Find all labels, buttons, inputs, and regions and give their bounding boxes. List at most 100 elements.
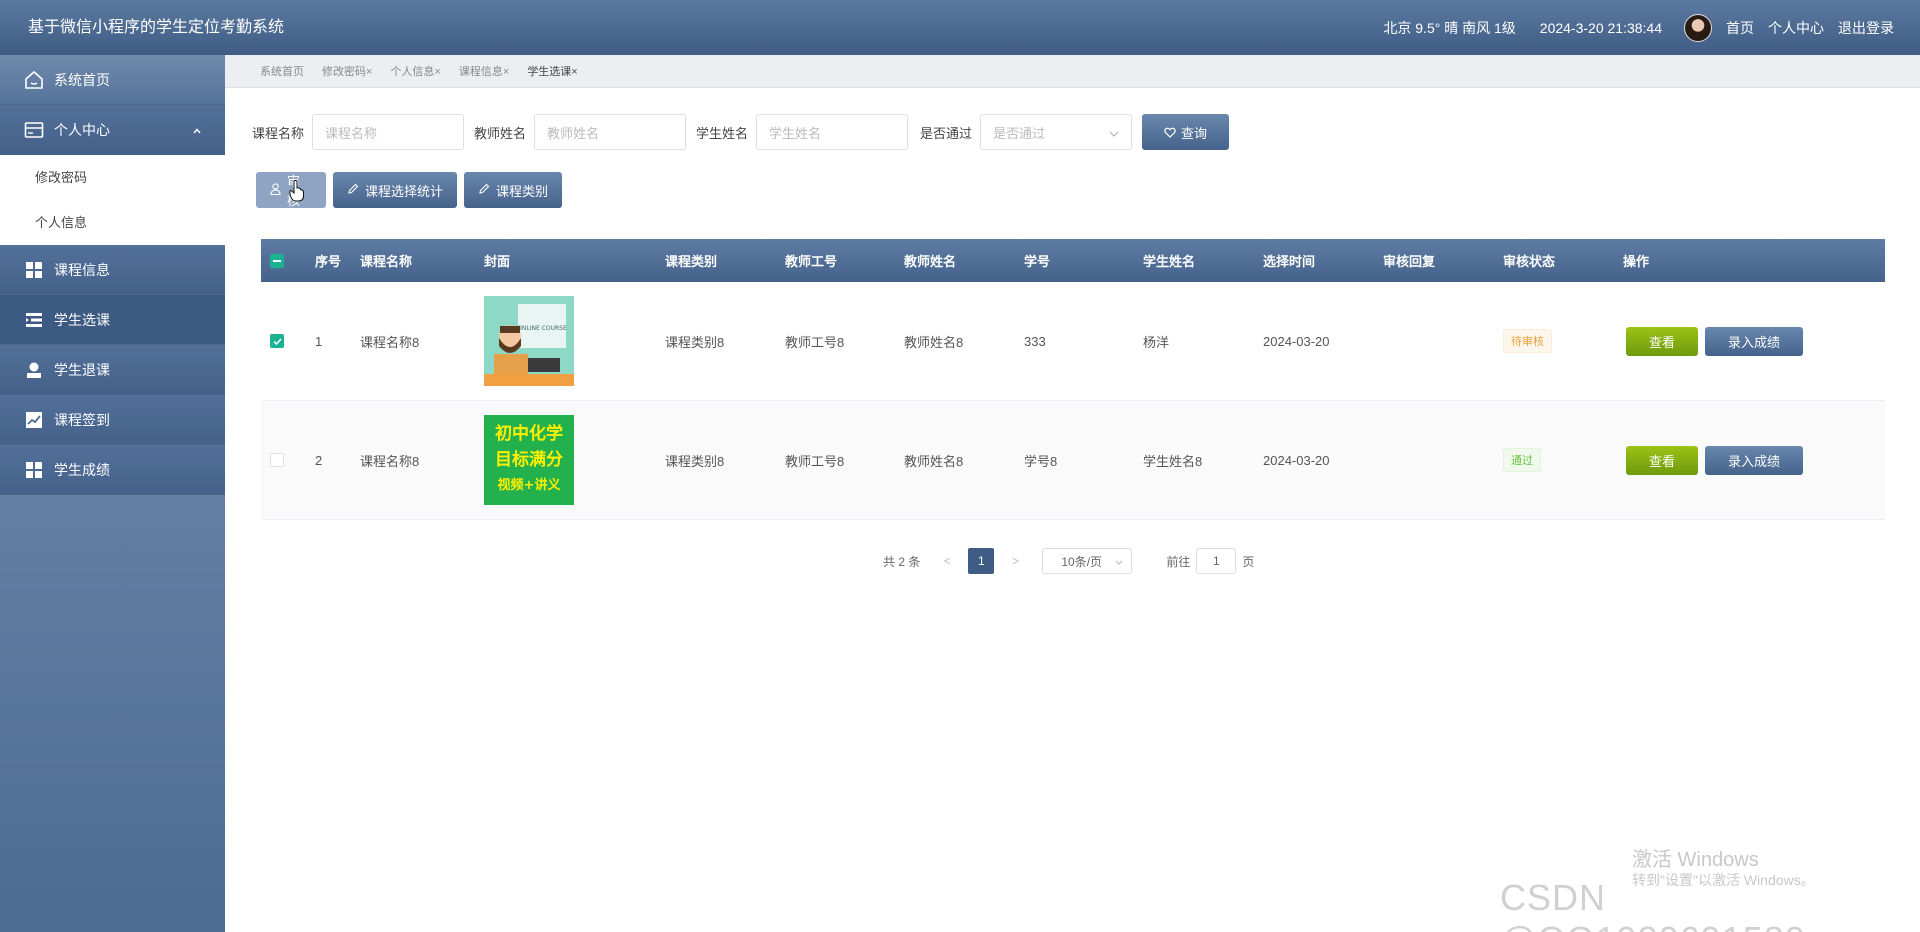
tag-home[interactable]: 系统首页	[260, 63, 304, 79]
table-header: 序号 课程名称 封面 课程类别 教师工号 教师姓名 学号 学生姓名 选择时间 审…	[261, 239, 1885, 282]
user-outline-icon	[270, 182, 281, 198]
row-course-name: 课程名称8	[360, 453, 420, 469]
header-course-name: 课程名称	[360, 254, 413, 269]
card-icon	[24, 120, 44, 140]
course-category-button[interactable]: 课程类别	[464, 172, 563, 208]
chart-icon	[24, 410, 44, 430]
page-number-current[interactable]: 1	[968, 548, 995, 574]
cover-line-1: 初中化学	[495, 423, 563, 444]
header-student-name: 学生姓名	[1143, 254, 1196, 269]
sidebar-item-personal-center[interactable]: 个人中心	[0, 105, 225, 155]
header-right: 北京 9.5° 晴 南风 1级 2024-3-20 21:38:44 首页 个人…	[1383, 0, 1894, 55]
header-operations: 操作	[1623, 254, 1650, 269]
next-page-icon[interactable]: >	[1002, 554, 1028, 568]
view-button[interactable]: 查看	[1626, 326, 1698, 356]
sidebar-subitem-change-password[interactable]: 修改密码	[0, 155, 225, 200]
teacher-name-input[interactable]: 教师姓名	[534, 114, 687, 150]
search-filters: 课程名称 课程名称 教师姓名 教师姓名 学生姓名 学生姓名 是否通过 是否通过 …	[252, 114, 1230, 150]
home-link[interactable]: 首页	[1726, 18, 1754, 38]
sidebar-item-label: 系统首页	[54, 71, 110, 88]
select-all-checkbox[interactable]	[270, 253, 284, 268]
course-stats-button[interactable]: 课程选择统计	[333, 172, 458, 208]
pagination: 共 2 条 < 1 > 10条/页 前往 1 页	[883, 548, 1254, 574]
avatar[interactable]	[1684, 13, 1712, 42]
header-cover: 封面	[484, 254, 511, 269]
heart-icon	[1164, 127, 1176, 138]
list-icon	[24, 310, 44, 330]
student-name-input[interactable]: 学生姓名	[756, 114, 909, 150]
sidebar-item-label: 学生成绩	[54, 461, 110, 478]
view-button[interactable]: 查看	[1626, 445, 1698, 475]
page-size-select[interactable]: 10条/页	[1042, 548, 1133, 574]
header-index: 序号	[315, 254, 342, 269]
datetime: 2024-3-20 21:38:44	[1539, 19, 1662, 36]
cover-image-online-course: ONLINE COURSE	[484, 296, 574, 386]
row-select-cell	[270, 401, 284, 519]
goto-label: 前往	[1166, 554, 1191, 569]
query-button-label: 查询	[1181, 125, 1208, 141]
page-size-value: 10条/页	[1061, 554, 1103, 569]
course-name-input[interactable]: 课程名称	[312, 114, 465, 150]
sidebar-item-student-grades[interactable]: 学生成绩	[0, 445, 225, 495]
row-student-id: 333	[1024, 333, 1046, 349]
home-icon	[24, 70, 44, 90]
row-status-cell: 待审核	[1503, 282, 1552, 400]
personal-center-submenu: 修改密码 个人信息	[0, 155, 225, 245]
row-category: 课程类别8	[665, 453, 725, 469]
breadcrumb: 系统首页 修改密码× 个人信息× 课程信息× 学生选课×	[225, 55, 1920, 88]
tag-personal-info[interactable]: 个人信息×	[390, 63, 440, 79]
sidebar-item-home[interactable]: 系统首页	[0, 55, 225, 105]
row-teacher-name: 教师姓名8	[904, 334, 964, 350]
enter-grade-button[interactable]: 录入成绩	[1705, 445, 1803, 475]
row-checkbox[interactable]	[270, 334, 284, 348]
cover-caption: ONLINE COURSE	[517, 325, 567, 332]
top-header: 基于微信小程序的学生定位考勤系统 北京 9.5° 晴 南风 1级 2024-3-…	[0, 0, 1920, 55]
row-index: 1	[315, 333, 323, 349]
chevron-down-icon	[1109, 125, 1119, 140]
goto-page-input[interactable]: 1	[1196, 548, 1237, 574]
row-cover-cell: ONLINE COURSE	[484, 282, 574, 400]
header-select-time: 选择时间	[1263, 254, 1316, 269]
selection-table: 序号 课程名称 封面 课程类别 教师工号 教师姓名 学号 学生姓名 选择时间 审…	[261, 239, 1885, 520]
passed-select[interactable]: 是否通过	[980, 114, 1133, 150]
chevron-down-icon	[1115, 554, 1123, 568]
tag-student-selection[interactable]: 学生选课×	[527, 63, 577, 79]
passed-label: 是否通过	[920, 125, 973, 141]
row-teacher-id: 教师工号8	[785, 453, 845, 469]
table-row: 2 课程名称8 初中化学 目标满分 视频+讲义 课程类别8 教师工号8 教师姓名…	[261, 401, 1885, 520]
header-audit-reply: 审核回复	[1383, 254, 1436, 269]
course-stats-button-label: 课程选择统计	[365, 183, 444, 199]
query-button[interactable]: 查询	[1142, 114, 1230, 150]
row-course-name: 课程名称8	[360, 334, 420, 350]
sidebar-item-course-checkin[interactable]: 课程签到	[0, 395, 225, 445]
teacher-name-label: 教师姓名	[474, 125, 527, 141]
pencil-icon	[478, 183, 490, 198]
pencil-icon	[347, 183, 359, 198]
grid-icon	[24, 260, 44, 280]
row-checkbox[interactable]	[270, 453, 284, 467]
sidebar-subitem-personal-info[interactable]: 个人信息	[0, 200, 225, 245]
sidebar-item-student-selection[interactable]: 学生选课	[0, 295, 225, 345]
row-operations: 查看 录入成绩	[1626, 282, 1803, 400]
sidebar-item-course-info[interactable]: 课程信息	[0, 245, 225, 295]
tag-course-info[interactable]: 课程信息×	[459, 63, 509, 79]
grid-icon	[24, 460, 44, 480]
row-select-cell	[270, 282, 284, 400]
status-badge: 待审核	[1503, 329, 1552, 353]
row-index: 2	[315, 452, 323, 468]
prev-page-icon[interactable]: <	[934, 554, 960, 568]
row-category: 课程类别8	[665, 334, 725, 350]
logout-link[interactable]: 退出登录	[1838, 18, 1894, 38]
sidebar-item-label: 学生退课	[54, 361, 110, 378]
sidebar-item-student-drop[interactable]: 学生退课	[0, 345, 225, 395]
row-select-time: 2024-03-20	[1263, 333, 1330, 349]
app-title: 基于微信小程序的学生定位考勤系统	[28, 19, 285, 36]
profile-link[interactable]: 个人中心	[1768, 18, 1824, 38]
course-name-label: 课程名称	[252, 125, 305, 141]
cover-line-3: 视频+讲义	[498, 477, 562, 493]
chevron-up-icon[interactable]	[189, 123, 205, 139]
enter-grade-button[interactable]: 录入成绩	[1705, 326, 1803, 356]
row-student-name: 学生姓名8	[1143, 453, 1203, 469]
csdn-watermark: CSDN @QQ1980691580	[1500, 877, 1805, 932]
tag-change-password[interactable]: 修改密码×	[322, 63, 372, 79]
